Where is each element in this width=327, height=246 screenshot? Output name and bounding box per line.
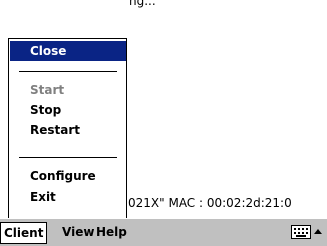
menu-bar: Client View Help bbox=[0, 218, 327, 246]
status-text: 021X" MAC : 00:02:2d:21:0 bbox=[128, 196, 292, 210]
menu-item-start: Start bbox=[30, 83, 65, 97]
menu-item-configure[interactable]: Configure bbox=[10, 166, 126, 186]
up-arrow-icon[interactable] bbox=[314, 229, 322, 234]
keyboard-icon[interactable] bbox=[291, 225, 311, 239]
menu-separator bbox=[19, 71, 117, 72]
menu-item-restart[interactable]: Restart bbox=[10, 120, 126, 140]
background-text-top: ng... bbox=[129, 0, 156, 8]
menubar-view[interactable]: View bbox=[59, 222, 97, 244]
menu-item-close[interactable]: Close bbox=[10, 41, 126, 61]
menubar-help[interactable]: Help bbox=[93, 222, 130, 244]
menu-item-exit[interactable]: Exit bbox=[10, 187, 126, 207]
menubar-client[interactable]: Client bbox=[0, 222, 48, 244]
menu-separator bbox=[19, 157, 117, 158]
client-menu-dropdown: Close Start Stop Restart Configure Exit bbox=[8, 38, 127, 218]
menu-item-stop[interactable]: Stop bbox=[10, 100, 126, 120]
